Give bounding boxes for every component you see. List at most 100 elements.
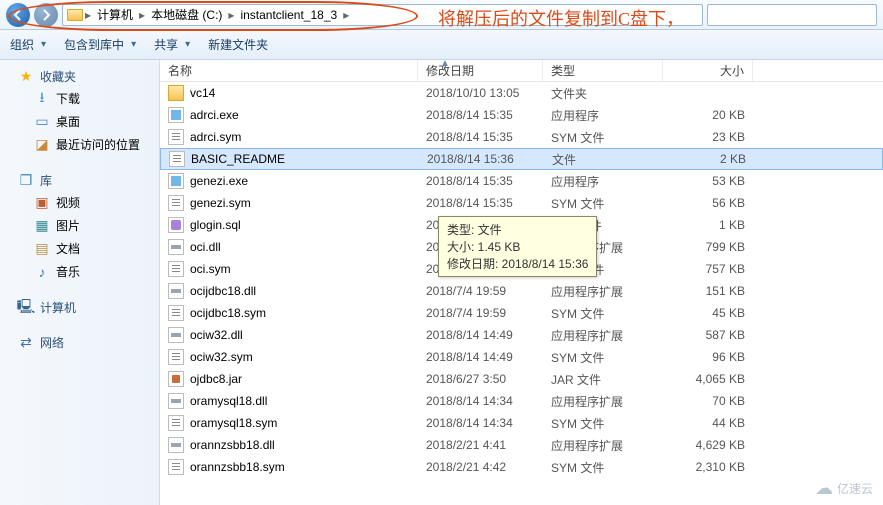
file-row[interactable]: genezi.exe2018/8/14 15:35应用程序53 KB [160,170,883,192]
file-type: SYM 文件 [543,305,663,322]
column-date[interactable]: 修改日期 [418,60,543,81]
file-row[interactable]: ocijdbc18.dll2018/7/4 19:59应用程序扩展151 KB [160,280,883,302]
folder-icon [67,9,83,21]
file-row[interactable]: ojdbc8.jar2018/6/27 3:50JAR 文件4,065 KB [160,368,883,390]
file-type: SYM 文件 [543,459,663,476]
file-row[interactable]: ocijdbc18.sym2018/7/4 19:59SYM 文件45 KB [160,302,883,324]
sidebar-computer[interactable]: 🖳计算机 [0,297,159,318]
chevron-right-icon[interactable]: ▸ [228,8,234,22]
cloud-icon: ☁ [815,478,833,499]
sidebar-item-documents[interactable]: ▤文档 [0,237,159,260]
file-size: 96 KB [663,350,753,364]
file-type: 应用程序扩展 [543,283,663,300]
sidebar-item-videos[interactable]: ▣视频 [0,191,159,214]
sql-icon [168,217,184,233]
file-row[interactable]: oramysql18.dll2018/8/14 14:34应用程序扩展70 KB [160,390,883,412]
file-row[interactable]: adrci.sym2018/8/14 15:35SYM 文件23 KB [160,126,883,148]
file-name: orannzsbb18.dll [190,438,275,452]
file-name: ociw32.dll [190,328,243,342]
file-row[interactable]: ociw32.sym2018/8/14 14:49SYM 文件96 KB [160,346,883,368]
music-icon: ♪ [34,264,50,280]
file-name: oramysql18.dll [190,394,267,408]
file-size: 151 KB [663,284,753,298]
file-row[interactable]: adrci.exe2018/8/14 15:35应用程序20 KB [160,104,883,126]
file-type: SYM 文件 [543,129,663,146]
file-date: 2018/8/14 14:49 [418,350,543,364]
file-row[interactable]: orannzsbb18.sym2018/2/21 4:42SYM 文件2,310… [160,456,883,478]
file-date: 2018/7/4 19:59 [418,284,543,298]
file-name: orannzsbb18.sym [190,460,285,474]
star-icon: ★ [18,69,34,85]
file-type: 应用程序扩展 [543,327,663,344]
file-row[interactable]: ociw32.dll 2018/8/14 14:49应用程序扩展587 KB [160,324,883,346]
new-folder-button[interactable]: 新建文件夹 [208,36,268,53]
sidebar-libraries[interactable]: ❐库 [0,170,159,191]
file-type: 应用程序 [543,107,663,124]
column-type[interactable]: 类型 [543,60,663,81]
file-name: adrci.sym [190,130,241,144]
file-type: SYM 文件 [543,195,663,212]
search-input[interactable] [707,4,877,26]
file-row[interactable]: oramysql18.sym2018/8/14 14:34SYM 文件44 KB [160,412,883,434]
breadcrumb-computer[interactable]: 计算机 [93,6,137,23]
file-tooltip: 类型: 文件 大小: 1.45 KB 修改日期: 2018/8/14 15:36 [438,216,597,277]
column-headers: ▲ 名称 修改日期 类型 大小 [160,60,883,82]
file-date: 2018/8/14 14:34 [418,416,543,430]
file-size: 4,065 KB [663,372,753,386]
column-name[interactable]: 名称 [160,60,418,81]
network-icon: ⇄ [18,335,34,351]
chevron-right-icon[interactable]: ▸ [85,8,91,22]
desktop-icon: ▭ [34,114,50,130]
include-in-library-button[interactable]: 包含到库中 [64,36,136,53]
file-size: 70 KB [663,394,753,408]
computer-icon: 🖳 [18,300,34,316]
column-size[interactable]: 大小 [663,60,753,81]
chevron-right-icon[interactable]: ▸ [139,8,145,22]
txt-icon [168,195,184,211]
file-row[interactable]: genezi.sym2018/8/14 15:35SYM 文件56 KB [160,192,883,214]
file-date: 2018/8/14 15:36 [419,152,544,166]
forward-button[interactable] [34,3,58,27]
sidebar-item-recent[interactable]: ◪最近访问的位置 [0,133,159,156]
file-date: 2018/6/27 3:50 [418,372,543,386]
file-date: 2018/8/14 14:49 [418,328,543,342]
file-row[interactable]: BASIC_README2018/8/14 15:36文件2 KB [160,148,883,170]
file-type: SYM 文件 [543,415,663,432]
sidebar-item-downloads[interactable]: ⭳下载 [0,87,159,110]
file-size: 1 KB [663,218,753,232]
breadcrumb-drive-c[interactable]: 本地磁盘 (C:) [147,6,226,23]
back-button[interactable] [6,3,30,27]
file-size: 4,629 KB [663,438,753,452]
file-name: oramysql18.sym [190,416,277,430]
file-type: SYM 文件 [543,349,663,366]
txt-icon [169,151,185,167]
share-button[interactable]: 共享 [154,36,190,53]
file-list: ▲ 名称 修改日期 类型 大小 vc142018/10/10 13:05文件夹a… [160,60,883,505]
file-name: vc14 [190,86,215,100]
tooltip-date: 修改日期: 2018/8/14 15:36 [447,255,588,272]
file-size: 587 KB [663,328,753,342]
sidebar-favorites[interactable]: ★收藏夹 [0,66,159,87]
document-icon: ▤ [34,241,50,257]
file-name: glogin.sql [190,218,241,232]
file-size: 53 KB [663,174,753,188]
sidebar-item-desktop[interactable]: ▭桌面 [0,110,159,133]
file-row[interactable]: orannzsbb18.dll2018/2/21 4:41应用程序扩展4,629… [160,434,883,456]
organize-button[interactable]: 组织 [10,36,46,53]
file-type: 文件 [544,151,664,168]
file-row[interactable]: vc142018/10/10 13:05文件夹 [160,82,883,104]
file-date: 2018/8/14 15:35 [418,174,543,188]
library-icon: ❐ [18,173,34,189]
download-icon: ⭳ [34,91,50,107]
file-name: adrci.exe [190,108,239,122]
dll-icon [168,239,184,255]
file-name: BASIC_README [191,152,285,166]
sidebar-item-pictures[interactable]: ▦图片 [0,214,159,237]
folder-icon [168,85,184,101]
file-size: 2,310 KB [663,460,753,474]
chevron-right-icon[interactable]: ▸ [343,8,349,22]
sidebar-network[interactable]: ⇄网络 [0,332,159,353]
breadcrumb-folder[interactable]: instantclient_18_3 [236,8,341,22]
sidebar-item-music[interactable]: ♪音乐 [0,260,159,283]
file-size: 799 KB [663,240,753,254]
